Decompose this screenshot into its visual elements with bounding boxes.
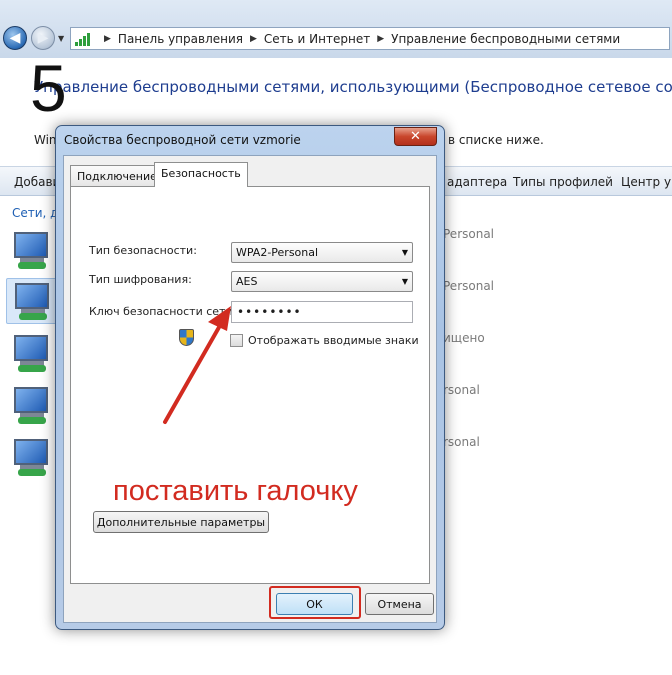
network-status: rsonal xyxy=(443,435,480,449)
tab-security[interactable]: Безопасность xyxy=(154,162,248,187)
breadcrumb-network-internet[interactable]: Сеть и Интернет xyxy=(264,32,370,46)
page-subtext-left: Win xyxy=(34,133,57,147)
forward-arrow-icon[interactable]: ▶ xyxy=(31,26,55,50)
security-type-label: Тип безопасности: xyxy=(89,244,197,257)
wireless-network-icon xyxy=(14,387,48,413)
network-center-button[interactable]: Центр уп xyxy=(621,175,672,189)
breadcrumb-separator[interactable]: ▶ xyxy=(250,34,257,44)
close-icon[interactable]: ✕ xyxy=(394,127,437,146)
encryption-type-select[interactable]: AES ▼ xyxy=(231,271,413,292)
show-characters-label[interactable]: Отображать вводимые знаки xyxy=(248,334,419,347)
security-key-input[interactable]: •••••••• xyxy=(231,301,413,323)
breadcrumb-control-panel[interactable]: Панель управления xyxy=(118,32,243,46)
ok-button[interactable]: ОК xyxy=(276,593,353,615)
recent-pages-chevron-icon[interactable]: ▼ xyxy=(58,34,64,43)
network-status: Personal xyxy=(443,279,495,293)
network-status: rsonal xyxy=(443,383,480,397)
network-bars-icon xyxy=(75,32,93,46)
security-type-select[interactable]: WPA2-Personal ▼ xyxy=(231,242,413,263)
dialog-title: Свойства беспроводной сети vzmorie xyxy=(64,133,301,147)
uac-shield-icon xyxy=(179,329,194,346)
chevron-down-icon: ▼ xyxy=(401,277,408,286)
dialog-body: Подключение Безопасность Тип безопасност… xyxy=(63,155,437,623)
page-heading: Управление беспроводными сетями, использ… xyxy=(34,78,672,96)
breadcrumb-wireless-networks[interactable]: Управление беспроводными сетями xyxy=(391,32,620,46)
security-type-value: WPA2-Personal xyxy=(236,246,319,259)
wireless-network-icon xyxy=(14,439,48,465)
chevron-down-icon: ▼ xyxy=(401,248,408,257)
back-arrow-icon[interactable]: ◀ xyxy=(3,26,27,50)
security-tab-panel: Тип безопасности: WPA2-Personal ▼ Тип ши… xyxy=(70,186,430,584)
encryption-type-label: Тип шифрования: xyxy=(89,273,192,286)
profile-types-button[interactable]: Типы профилей xyxy=(513,175,613,189)
wireless-network-icon xyxy=(15,283,49,309)
add-button[interactable]: Добави xyxy=(14,175,60,189)
page-subtext-right: в списке ниже. xyxy=(448,133,544,147)
cancel-button[interactable]: Отмена xyxy=(365,593,434,615)
tab-connection[interactable]: Подключение xyxy=(70,165,164,186)
security-key-label: Ключ безопасности сети xyxy=(89,305,233,318)
annotation-text: поставить галочку xyxy=(113,475,358,507)
network-status: Personal xyxy=(443,227,495,241)
breadcrumb-separator[interactable]: ▶ xyxy=(104,34,111,44)
show-characters-checkbox[interactable] xyxy=(230,334,243,347)
advanced-settings-button[interactable]: Дополнительные параметры xyxy=(93,511,269,533)
address-bar[interactable]: ▶ Панель управления ▶ Сеть и Интернет ▶ … xyxy=(70,27,670,50)
wireless-network-icon xyxy=(14,335,48,361)
wireless-network-icon xyxy=(14,232,48,258)
encryption-type-value: AES xyxy=(236,275,258,288)
wireless-properties-dialog: Свойства беспроводной сети vzmorie ✕ Под… xyxy=(55,125,445,630)
explorer-titlebar: ◀ ▶ ▼ ▶ Панель управления ▶ Сеть и Интер… xyxy=(0,0,672,58)
step-number: 5 xyxy=(30,51,67,125)
network-status: ищено xyxy=(443,331,485,345)
adapter-properties-button[interactable]: адаптера xyxy=(447,175,507,189)
breadcrumb-separator[interactable]: ▶ xyxy=(377,34,384,44)
